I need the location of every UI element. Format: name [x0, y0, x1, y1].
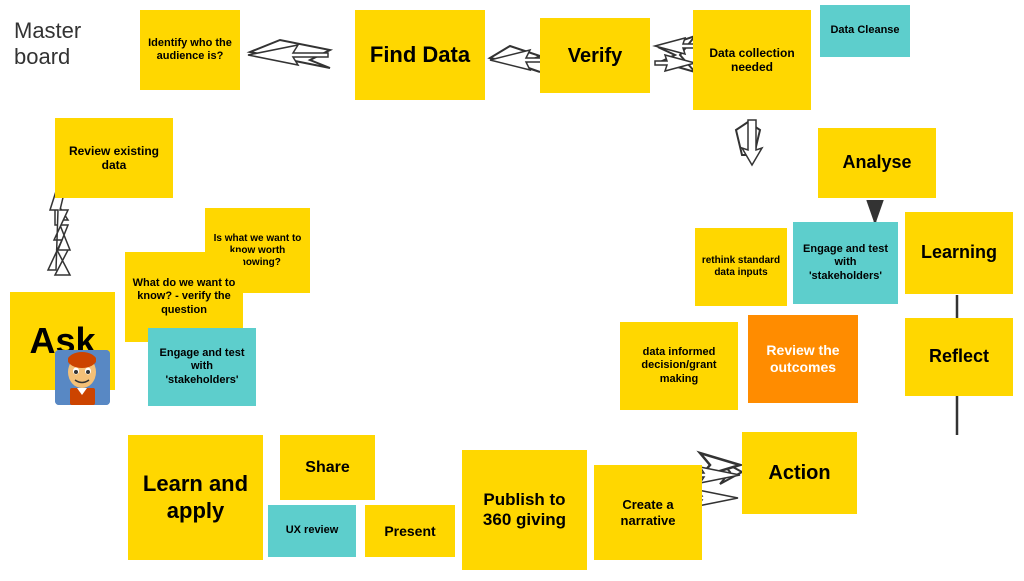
sticky-verify[interactable]: Verify [540, 18, 650, 93]
sticky-review-outcomes[interactable]: Review the outcomes [748, 315, 858, 403]
sticky-find-data[interactable]: Find Data [355, 10, 485, 100]
sticky-reflect[interactable]: Reflect [905, 318, 1013, 396]
sticky-data-collection[interactable]: Data collection needed [693, 10, 811, 110]
sticky-review-existing[interactable]: Review existing data [55, 118, 173, 198]
board-title: Masterboard [14, 18, 81, 70]
sticky-data-cleanse[interactable]: Data Cleanse [820, 5, 910, 57]
sticky-identify[interactable]: Identify who the audience is? [140, 10, 240, 90]
sticky-analyse[interactable]: Analyse [818, 128, 936, 198]
sticky-engage-test-right[interactable]: Engage and test with 'stakeholders' [793, 222, 898, 304]
sticky-rethink[interactable]: rethink standard data inputs [695, 228, 787, 306]
sticky-publish[interactable]: Publish to 360 giving [462, 450, 587, 570]
sticky-learn-apply[interactable]: Learn and apply [128, 435, 263, 560]
master-board: Masterboard [0, 0, 1024, 581]
sticky-engage-test-left[interactable]: Engage and test with 'stakeholders' [148, 328, 256, 406]
sticky-share[interactable]: Share [280, 435, 375, 500]
sticky-present[interactable]: Present [365, 505, 455, 557]
sticky-learning[interactable]: Learning [905, 212, 1013, 294]
sticky-ux-review[interactable]: UX review [268, 505, 356, 557]
character-avatar [55, 350, 110, 405]
sticky-data-informed[interactable]: data informed decision/grant making [620, 322, 738, 410]
sticky-create-narrative[interactable]: Create a narrative [594, 465, 702, 560]
sticky-action[interactable]: Action [742, 432, 857, 514]
